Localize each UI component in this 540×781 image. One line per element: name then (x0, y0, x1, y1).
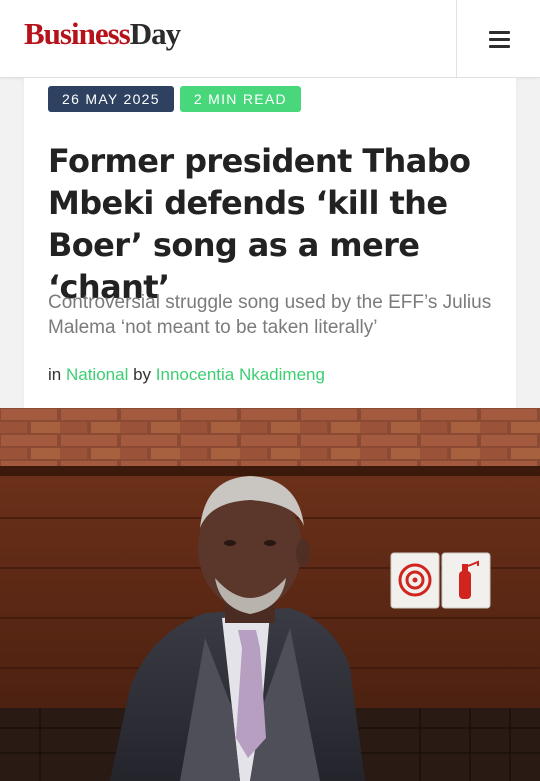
article-byline: in National by Innocentia Nkadimeng (48, 364, 325, 386)
fire-hose-reel-sign-icon (390, 552, 440, 609)
date-badge: 26 MAY 2025 (48, 86, 174, 112)
read-time-badge: 2 MIN READ (179, 86, 301, 112)
article-card: 26 MAY 2025 2 MIN READ Former president … (24, 78, 516, 408)
byline-by-label: by (133, 365, 152, 384)
hamburger-menu-icon[interactable] (476, 22, 522, 56)
fire-extinguisher-sign-icon (441, 552, 491, 609)
byline-in-label: in (48, 365, 62, 384)
site-logo[interactable]: BusinessDay (24, 14, 181, 54)
category-link[interactable]: National (66, 365, 128, 384)
author-link[interactable]: Innocentia Nkadimeng (156, 365, 325, 384)
menu-bar (488, 37, 510, 41)
article-photo (0, 408, 540, 781)
site-header: BusinessDay (0, 0, 540, 78)
logo-business: Business (24, 16, 131, 51)
article-photo-illustration (0, 408, 540, 781)
menu-bar (488, 44, 510, 48)
menu-bar (488, 30, 510, 34)
article-subheadline: Controversial struggle song used by the … (48, 292, 492, 338)
header-divider (456, 0, 457, 78)
article-headline: Former president Thabo Mbeki defends ‘ki… (48, 142, 471, 306)
logo-day: Day (129, 16, 181, 51)
article-badges: 26 MAY 2025 2 MIN READ (48, 86, 301, 112)
